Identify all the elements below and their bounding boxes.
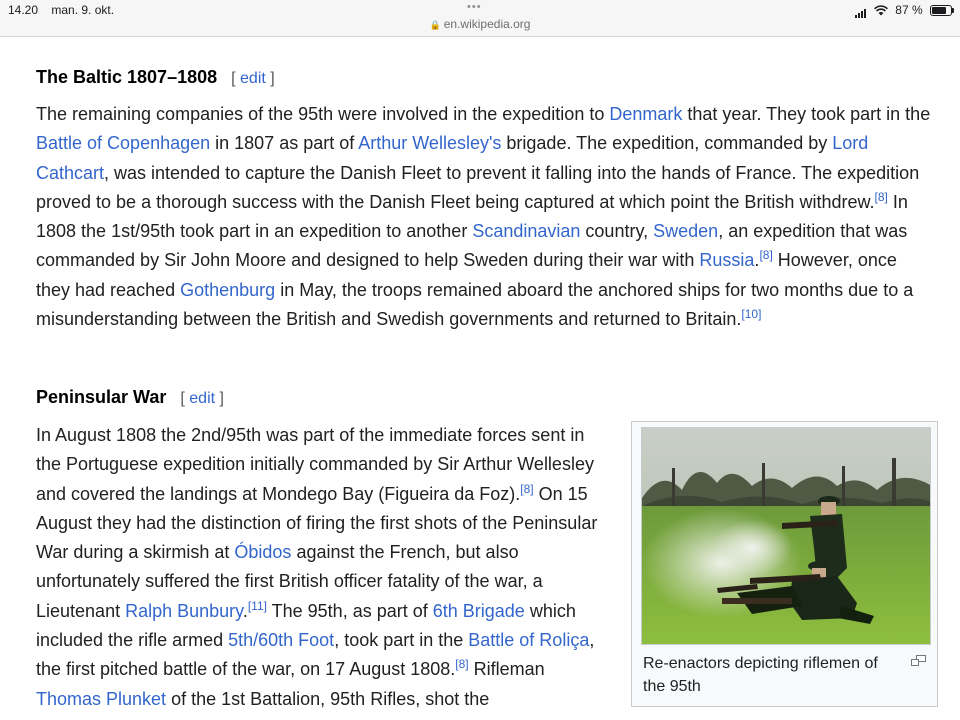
text-run: The remaining companies of the 95th were… xyxy=(36,104,610,124)
link-arthur-wellesley[interactable]: Arthur Wellesley's xyxy=(358,133,501,153)
text-run: The 95th, as part of xyxy=(266,600,433,621)
link-obidos[interactable]: Óbidos xyxy=(234,542,291,562)
link-sweden[interactable]: Sweden xyxy=(653,221,718,241)
lock-icon: 🔒 xyxy=(429,20,441,30)
tab-overflow-dots-icon[interactable]: ••• xyxy=(467,1,482,13)
edit-section-link[interactable]: edit xyxy=(189,390,215,407)
text-run: of the 1st Battalion, 95th Rifles, shot … xyxy=(166,688,490,709)
text-run: Rifleman xyxy=(468,659,545,680)
link-6th-brigade[interactable]: 6th Brigade xyxy=(433,601,525,621)
edit-section-bracket: [ edit ] xyxy=(180,390,224,407)
link-russia[interactable]: Russia xyxy=(699,250,754,270)
link-battle-of-rolica[interactable]: Battle of Roliça xyxy=(468,630,589,650)
section-heading-baltic: The Baltic 1807–1808 [ edit ] xyxy=(36,67,275,88)
cellular-signal-icon xyxy=(854,4,867,18)
link-battle-of-copenhagen[interactable]: Battle of Copenhagen xyxy=(36,133,210,153)
enlarge-icon[interactable] xyxy=(911,655,926,666)
status-right: 87 % xyxy=(854,3,954,18)
paragraph-baltic: The remaining companies of the 95th were… xyxy=(36,100,934,334)
battery-icon xyxy=(930,5,954,17)
citation-link[interactable]: [11] xyxy=(248,599,267,613)
link-denmark[interactable]: Denmark xyxy=(609,104,682,124)
address-bar[interactable]: 🔒 en.wikipedia.org xyxy=(420,17,540,31)
citation-link[interactable]: [8] xyxy=(759,248,772,262)
text-run: brigade. The expedition, commanded by xyxy=(501,133,833,154)
edit-section-bracket: [ edit ] xyxy=(231,70,275,87)
reenactors-photo[interactable] xyxy=(641,427,931,645)
edit-section-link[interactable]: edit xyxy=(240,70,266,87)
text-run: that year. They took part in the xyxy=(682,104,931,124)
address-url: en.wikipedia.org xyxy=(443,17,531,31)
text-run: , took part in the xyxy=(334,630,469,651)
battery-fill xyxy=(932,7,946,15)
status-time: 14.20 xyxy=(8,3,39,17)
section-title: The Baltic 1807–1808 xyxy=(36,67,218,87)
citation-link[interactable]: [10] xyxy=(741,307,761,321)
browser-status-bar: 14.20 man. 9. okt. ••• 🔒 en.wikipedia.org… xyxy=(0,0,960,37)
citation-link[interactable]: [8] xyxy=(455,657,468,671)
link-scandinavian[interactable]: Scandinavian xyxy=(472,221,580,241)
battery-percent: 87 % xyxy=(895,3,923,17)
wifi-icon xyxy=(873,5,888,16)
text-run: , was intended to capture the Danish Fle… xyxy=(36,162,920,212)
section-heading-peninsular: Peninsular War [ edit ] xyxy=(36,387,224,408)
link-gothenburg[interactable]: Gothenburg xyxy=(180,280,275,300)
link-5th-60th-foot[interactable]: 5th/60th Foot xyxy=(228,630,334,650)
status-date: man. 9. okt. xyxy=(51,3,115,17)
text-run: In August 1808 the 2nd/95th was part of … xyxy=(36,425,594,504)
paragraph-peninsular: In August 1808 the 2nd/95th was part of … xyxy=(36,421,608,714)
text-run: country, xyxy=(580,221,654,242)
section-title: Peninsular War xyxy=(36,387,167,407)
text-run: in 1807 as part of xyxy=(210,133,359,154)
status-left: 14.20 man. 9. okt. xyxy=(8,3,124,17)
link-thomas-plunket[interactable]: Thomas Plunket xyxy=(36,689,166,709)
figure-thumbnail: Re-enactors depicting riflemen of the 95… xyxy=(631,421,938,707)
citation-link[interactable]: [8] xyxy=(874,190,887,204)
citation-link[interactable]: [8] xyxy=(520,482,533,496)
link-ralph-bunbury[interactable]: Ralph Bunbury xyxy=(125,601,243,621)
figure-caption: Re-enactors depicting riflemen of the 95… xyxy=(643,655,878,695)
photo-illustration xyxy=(642,428,930,644)
